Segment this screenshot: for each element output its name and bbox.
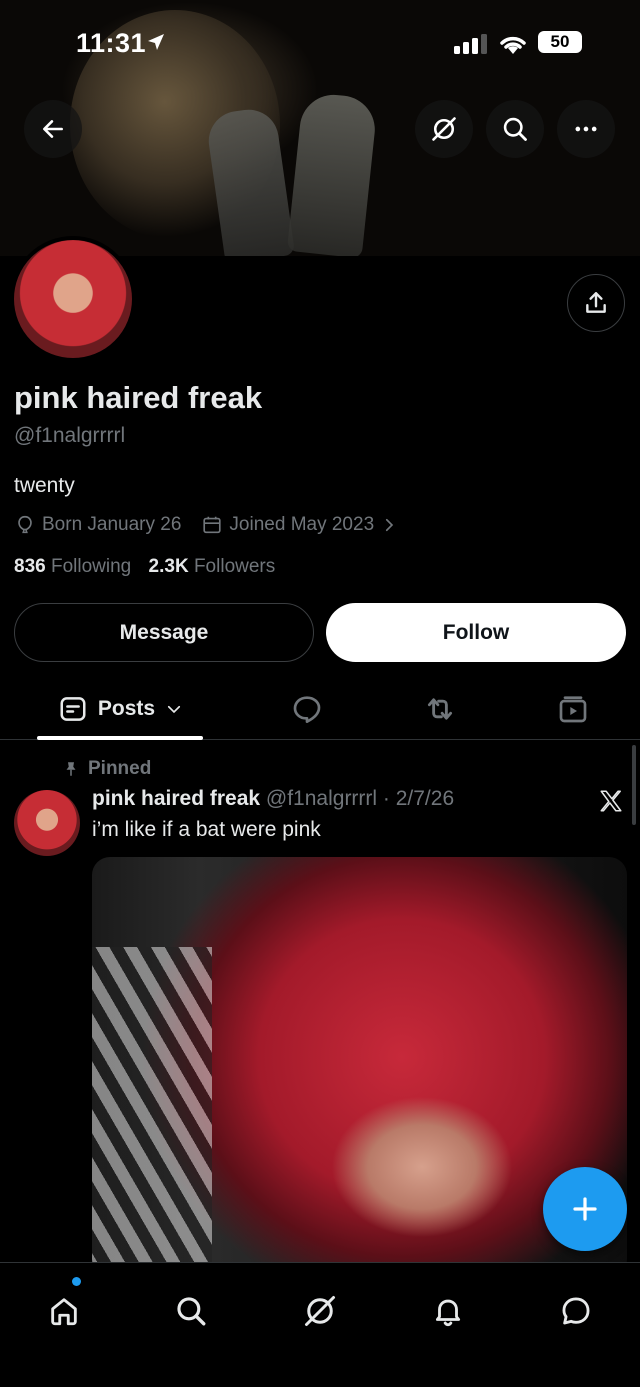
joined-text: Joined May 2023: [229, 514, 375, 535]
battery-indicator: 50: [538, 31, 582, 53]
nav-grok[interactable]: [290, 1281, 350, 1341]
search-icon: [177, 1297, 206, 1326]
posts-icon: [60, 697, 86, 721]
cellular-signal-icon: [454, 34, 487, 54]
banner-shape: [204, 105, 296, 256]
media-icon: [559, 696, 587, 723]
profile-display-name: pink haired freak: [14, 380, 263, 415]
post-header: pink haired freak @f1nalgrrrrl · 2/7/26: [92, 787, 454, 811]
message-button[interactable]: Message: [14, 603, 314, 662]
tab-replies[interactable]: [277, 680, 337, 738]
chevron-right-icon: [386, 518, 394, 532]
nav-home[interactable]: [34, 1281, 94, 1341]
grok-icon: [305, 1296, 335, 1326]
profile-bio: twenty: [14, 474, 75, 497]
nav-messages[interactable]: [546, 1281, 606, 1341]
reposts-icon: [427, 698, 453, 720]
pinned-indicator: Pinned: [62, 758, 151, 780]
status-time: 11:31: [76, 28, 147, 58]
birthday-text: Born January 26: [42, 514, 182, 535]
more-button[interactable]: [557, 100, 615, 158]
calendar-icon: [203, 516, 222, 534]
following-label: Following: [50, 556, 132, 577]
more-icon: [575, 126, 597, 132]
scrollbar[interactable]: [632, 745, 636, 825]
post-text: i’m like if a bat were pink: [92, 818, 321, 841]
compose-button[interactable]: [543, 1167, 627, 1251]
following-link[interactable]: 836 Following: [14, 556, 131, 577]
plus-icon: [573, 1197, 597, 1221]
tab-media[interactable]: [543, 680, 603, 738]
chevron-down-icon: [168, 705, 181, 714]
share-button[interactable]: [567, 274, 625, 332]
status-bar: 11:31 50: [0, 28, 640, 62]
post-author-name[interactable]: pink haired freak: [92, 787, 260, 810]
back-arrow-icon: [43, 120, 63, 138]
follow-button[interactable]: Follow: [326, 603, 626, 662]
grok-icon: [432, 117, 456, 141]
replies-icon: [293, 696, 321, 723]
search-icon: [503, 117, 527, 141]
banner-shape: [286, 91, 379, 256]
followers-count: 2.3K: [148, 556, 189, 577]
grok-button[interactable]: [415, 100, 473, 158]
tab-posts[interactable]: Posts: [38, 680, 203, 738]
tab-posts-label: Posts: [97, 697, 156, 720]
following-count: 836: [14, 556, 46, 577]
birthday-item: Born January 26: [14, 514, 181, 536]
back-button[interactable]: [24, 100, 82, 158]
x-logo-icon[interactable]: [598, 788, 624, 814]
tab-reposts[interactable]: [410, 680, 470, 738]
pin-icon: [66, 762, 76, 776]
nav-search[interactable]: [161, 1281, 221, 1341]
follow-counts: 836 Following 2.3K Followers: [14, 556, 275, 578]
profile-tabs: Posts: [0, 680, 640, 740]
share-icon: [586, 292, 606, 313]
image-detail: [92, 947, 212, 1277]
balloon-icon: [18, 515, 32, 534]
nav-notifications[interactable]: [418, 1281, 478, 1341]
notifications-icon: [435, 1299, 461, 1327]
followers-label: Followers: [193, 556, 276, 577]
followers-link[interactable]: 2.3K Followers: [149, 556, 276, 577]
profile-meta: Born January 26 Joined May 2023: [14, 514, 398, 536]
bottom-navigation: [0, 1262, 640, 1387]
post-author-meta: @f1nalgrrrrl · 2/7/26: [265, 787, 455, 810]
profile-avatar[interactable]: [10, 236, 136, 362]
notification-dot: [72, 1277, 81, 1286]
joined-item[interactable]: Joined May 2023: [201, 514, 398, 536]
wifi-icon: [500, 36, 526, 54]
active-tab-indicator: [37, 736, 203, 740]
search-button[interactable]: [486, 100, 544, 158]
profile-handle: @f1nalgrrrrl: [14, 424, 126, 447]
messages-icon: [562, 1297, 590, 1325]
home-icon: [51, 1298, 77, 1326]
post-author-avatar[interactable]: [14, 790, 80, 856]
location-arrow-icon: [148, 34, 164, 50]
pinned-label: Pinned: [88, 758, 152, 779]
